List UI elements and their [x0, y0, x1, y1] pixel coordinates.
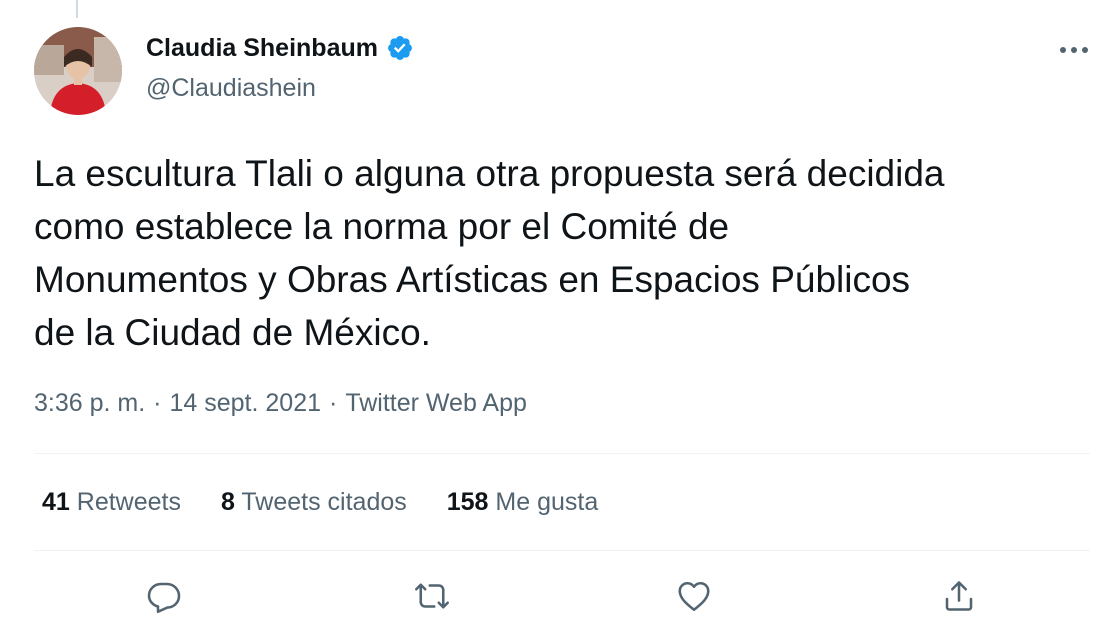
- tweet-text-line: como establece la norma por el Comité de: [34, 206, 730, 247]
- likes-label: Me gusta: [495, 488, 599, 516]
- tweet-stats: 41 Retweets 8 Tweets citados 158 Me gust…: [42, 484, 598, 520]
- divider: [34, 550, 1090, 551]
- tweet-time[interactable]: 3:36 p. m.: [34, 385, 145, 421]
- tweet-meta: 3:36 p. m. · 14 sept. 2021 · Twitter Web…: [34, 385, 527, 421]
- author-handle[interactable]: @Claudiashein: [146, 72, 316, 104]
- tweet-card: Claudia Sheinbaum @Claudiashein La escul…: [0, 0, 1120, 643]
- quotes-stat[interactable]: 8 Tweets citados: [221, 484, 407, 520]
- quotes-label: Tweets citados: [241, 488, 407, 516]
- more-options-button[interactable]: [1052, 30, 1096, 70]
- thread-line: [76, 0, 78, 18]
- author-name-row[interactable]: Claudia Sheinbaum: [146, 32, 414, 64]
- avatar-image: [34, 27, 122, 115]
- retweets-count: 41: [42, 488, 70, 516]
- divider: [34, 453, 1090, 454]
- tweet-text-line: de la Ciudad de México.: [34, 312, 431, 353]
- quotes-count: 8: [220, 488, 235, 516]
- avatar[interactable]: [34, 27, 122, 115]
- tweet-text-line: La escultura Tlali o alguna otra propues…: [34, 153, 945, 194]
- author-name[interactable]: Claudia Sheinbaum: [146, 32, 378, 64]
- retweets-stat[interactable]: 41 Retweets: [42, 484, 181, 520]
- likes-count: 158: [446, 488, 489, 516]
- share-button[interactable]: [935, 572, 983, 620]
- retweet-icon: [414, 583, 450, 609]
- verified-badge-icon: [386, 34, 414, 62]
- tweet-date[interactable]: 14 sept. 2021: [170, 385, 322, 421]
- reply-button[interactable]: [140, 572, 188, 620]
- retweets-label: Retweets: [76, 488, 181, 516]
- like-icon: [678, 581, 710, 612]
- tweet-text: La escultura Tlali o alguna otra propues…: [34, 147, 1104, 359]
- more-icon: [1060, 47, 1088, 53]
- reply-icon: [147, 582, 181, 614]
- action-bar: [0, 572, 1120, 624]
- meta-separator: ·: [329, 389, 338, 417]
- meta-separator: ·: [153, 389, 162, 417]
- tweet-source[interactable]: Twitter Web App: [345, 385, 527, 421]
- share-icon: [945, 581, 973, 611]
- retweet-button[interactable]: [408, 572, 456, 620]
- like-button[interactable]: [670, 572, 718, 620]
- tweet-text-line: Monumentos y Obras Artísticas en Espacio…: [34, 259, 911, 300]
- likes-stat[interactable]: 158 Me gusta: [447, 484, 599, 520]
